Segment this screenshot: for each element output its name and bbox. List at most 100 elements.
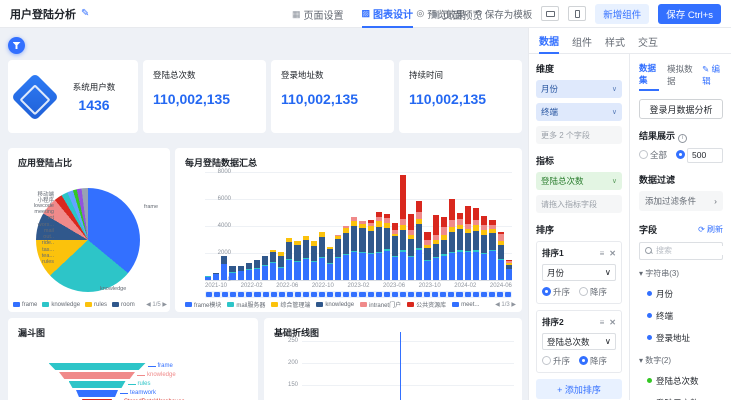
panel-tab-data[interactable]: 数据 xyxy=(539,28,559,54)
edit-title-icon[interactable]: ✎ xyxy=(81,8,89,19)
stacked-bar[interactable] xyxy=(238,266,244,280)
stacked-bar[interactable] xyxy=(408,214,414,280)
add-sort-button[interactable]: + 添加排序 xyxy=(536,379,622,399)
stacked-bar[interactable] xyxy=(424,232,430,280)
funnel-step[interactable] xyxy=(69,381,126,388)
refresh-fields-button[interactable]: ⟳ 刷新 xyxy=(698,224,723,235)
add-filter-button[interactable]: 添加过滤条件 › xyxy=(639,191,723,211)
metric-drop-placeholder[interactable]: 请拖入指标字段 xyxy=(536,195,622,213)
field-item[interactable]: 月份 xyxy=(639,283,723,305)
field-item[interactable]: 终端 xyxy=(639,305,723,327)
desktop-view-button[interactable] xyxy=(541,6,559,21)
tab-page-preview[interactable]: ▣ 页面预览 xyxy=(431,0,483,28)
radio-desc[interactable]: 降序 xyxy=(579,355,607,367)
sort-field-select[interactable]: 登陆总次数 ∨ xyxy=(542,333,616,350)
funnel-step[interactable] xyxy=(59,372,135,379)
stacked-bar[interactable] xyxy=(457,213,463,280)
tab-chart-design[interactable]: ▨ 图表设计 xyxy=(362,0,414,28)
legend-item[interactable]: intranet门户 xyxy=(360,300,401,309)
legend-pager[interactable]: ◀ 1/3 ▶ xyxy=(495,301,516,308)
tab-page-settings[interactable]: ▦ 页面设置 xyxy=(292,0,344,28)
stacked-bar[interactable] xyxy=(294,241,300,280)
panel-tab-style[interactable]: 样式 xyxy=(605,28,625,54)
stacked-bar[interactable] xyxy=(392,223,398,280)
radio-desc[interactable]: 降序 xyxy=(579,286,607,298)
legend-item[interactable]: meet... xyxy=(452,302,479,308)
field-search-input[interactable] xyxy=(656,246,726,255)
radio-asc[interactable]: 升序 xyxy=(542,355,570,367)
stacked-bar[interactable] xyxy=(384,214,390,280)
kpi-card-duration[interactable]: 持续时间 110,002,135 xyxy=(399,60,522,133)
stacked-bar[interactable] xyxy=(449,199,455,280)
stacked-bar[interactable] xyxy=(311,241,317,280)
tab-edit[interactable]: ✎ 编辑 xyxy=(702,63,723,90)
field-item[interactable]: 登录地址 xyxy=(639,327,723,349)
kpi-card-login-addresses[interactable]: 登录地址数 110,002,135 xyxy=(271,60,394,133)
stacked-bar[interactable] xyxy=(489,220,495,280)
stacked-bar[interactable] xyxy=(473,208,479,280)
legend-item[interactable]: frame模块 xyxy=(185,300,221,309)
tab-dataset[interactable]: 数据集 xyxy=(639,62,659,91)
pie-chart-card[interactable]: 应用登陆占比 移动端小程序lowcodemeetingrotwors...mai… xyxy=(8,148,170,312)
field-search-box[interactable] xyxy=(639,242,723,260)
legend-pager[interactable]: ◀ 1/5 ▶ xyxy=(146,301,167,308)
limit-input[interactable]: 500 xyxy=(687,148,723,163)
stacked-bar[interactable] xyxy=(213,273,219,280)
legend-item[interactable]: mail服务器 xyxy=(227,300,265,309)
tab-mock-data[interactable]: 模拟数据 xyxy=(667,63,694,90)
stacked-bar[interactable] xyxy=(335,235,341,280)
legend-item[interactable]: 综合管理端 xyxy=(271,300,310,309)
more-fields-indicator[interactable]: 更多 2 个字段 xyxy=(536,126,622,144)
stacked-bar[interactable] xyxy=(303,236,309,280)
new-component-button[interactable]: 新增组件 xyxy=(595,4,649,24)
dimension-field-month[interactable]: 月份 ∨ xyxy=(536,80,622,98)
stacked-bar[interactable] xyxy=(465,206,471,280)
stacked-bar[interactable] xyxy=(286,238,292,280)
stacked-bar[interactable] xyxy=(270,250,276,280)
kpi-card-total-logins[interactable]: 登陆总次数 110,002,135 xyxy=(143,60,266,133)
sort-field-select[interactable]: 月份 ∨ xyxy=(542,264,616,281)
stacked-bar[interactable] xyxy=(368,220,374,280)
stacked-bar[interactable] xyxy=(351,217,357,280)
radio-limit[interactable]: 500 xyxy=(676,148,723,163)
metric-field-total-logins[interactable]: 登陆总次数 ∨ xyxy=(536,172,622,190)
delete-sort-icon[interactable]: ✕ xyxy=(609,318,616,327)
funnel-step[interactable] xyxy=(49,363,146,370)
funnel-step[interactable] xyxy=(76,390,118,397)
save-template-button[interactable]: ⟲ 保存为模板 xyxy=(474,7,532,21)
field-item[interactable]: 登陆总次数 xyxy=(639,370,723,392)
line-chart-card[interactable]: 基础折线图 250200150100 xyxy=(264,318,522,400)
stacked-bar[interactable] xyxy=(433,215,439,280)
legend-item[interactable]: rules xyxy=(85,302,107,308)
dimension-field-terminal[interactable]: 终端 ∨ xyxy=(536,103,622,121)
legend-item[interactable]: 公共资源库 xyxy=(407,300,446,309)
legend-item[interactable]: knowledge xyxy=(42,302,80,308)
legend-item[interactable]: room xyxy=(112,302,135,308)
funnel-chart-card[interactable]: 漏斗图 frameknowledgerulesteamworkStoredDat… xyxy=(8,318,258,400)
field-group-header[interactable]: ▾ 字符串(3) xyxy=(639,268,723,279)
kpi-card-users[interactable]: 系统用户数 1436 xyxy=(8,60,138,133)
field-group-header[interactable]: ▾ 数字(2) xyxy=(639,355,723,366)
sort-handle-icon[interactable]: ≡ xyxy=(600,318,605,327)
stacked-bar[interactable] xyxy=(481,216,487,280)
stacked-bar[interactable] xyxy=(498,232,504,280)
stacked-bar[interactable] xyxy=(400,175,406,280)
stacked-bar[interactable] xyxy=(441,217,447,280)
stacked-bar[interactable] xyxy=(205,276,211,280)
stacked-bar[interactable] xyxy=(262,256,268,280)
field-item[interactable]: 登陆用户数 xyxy=(639,392,723,400)
panel-tab-component[interactable]: 组件 xyxy=(572,28,592,54)
dataset-name-button[interactable]: 登录月数据分析 xyxy=(639,99,723,119)
stacked-bar[interactable] xyxy=(376,212,382,280)
stacked-bar[interactable] xyxy=(343,226,349,280)
stacked-bar[interactable] xyxy=(506,260,512,280)
stacked-bar[interactable] xyxy=(254,260,260,280)
stacked-bar[interactable] xyxy=(229,266,235,280)
legend-item[interactable]: knowledge xyxy=(316,302,354,308)
stacked-bar[interactable] xyxy=(221,256,227,280)
stacked-bar[interactable] xyxy=(319,232,325,280)
radio-all[interactable]: 全部 xyxy=(639,149,667,161)
delete-sort-icon[interactable]: ✕ xyxy=(609,249,616,258)
stacked-bar[interactable] xyxy=(278,252,284,280)
stacked-bar[interactable] xyxy=(359,221,365,280)
